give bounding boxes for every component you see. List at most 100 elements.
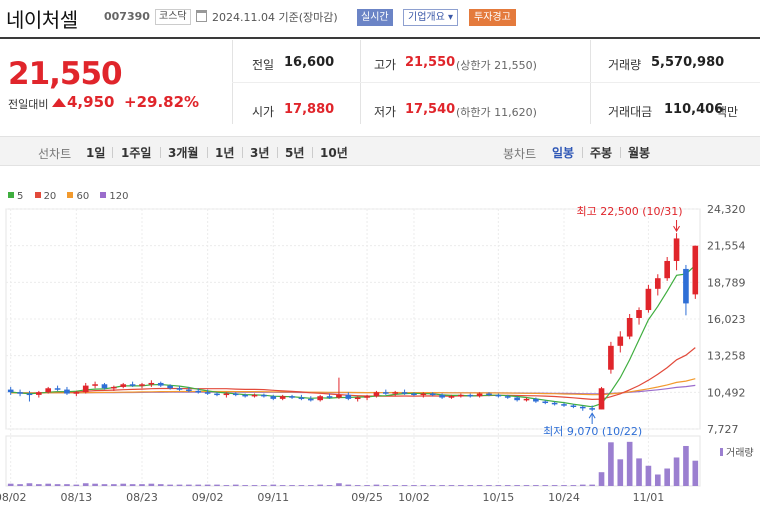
volume-bar	[654, 474, 661, 486]
x-tick-label: 09/25	[351, 491, 383, 504]
candle-chart-label: 봉차트	[503, 147, 537, 161]
candle	[270, 396, 277, 399]
company-overview-dropdown[interactable]: 기업개요 ▾	[403, 9, 458, 26]
candle-monthly[interactable]: 월봉	[628, 144, 650, 161]
period-10y[interactable]: 10년	[320, 144, 348, 161]
volume-bar	[542, 485, 549, 486]
candle	[45, 388, 52, 393]
volume-bar	[476, 485, 483, 486]
volume-bar	[589, 484, 595, 486]
volume-bar	[636, 458, 642, 486]
candle	[279, 396, 286, 399]
current-price: 21,550	[8, 56, 123, 92]
volume-bar	[664, 468, 670, 486]
volume-bar	[354, 485, 361, 486]
low-annotation: 최저 9,070 (10/22)	[543, 425, 642, 438]
period-3m[interactable]: 3개월	[168, 144, 198, 161]
low-label: 저가	[374, 105, 397, 119]
volume-bar	[383, 485, 389, 486]
volume-bar	[289, 485, 295, 486]
candle	[429, 393, 436, 396]
candle	[354, 397, 361, 400]
candle	[626, 317, 633, 337]
volume-value: 5,570,980	[651, 55, 725, 70]
volume-bar	[495, 485, 502, 486]
volume-bar	[111, 484, 117, 486]
calendar-icon	[196, 10, 207, 22]
candle	[167, 385, 173, 389]
candle-daily[interactable]: 일봉	[552, 144, 574, 161]
candle	[551, 402, 558, 405]
candle	[364, 396, 370, 398]
volume-bar	[336, 483, 342, 486]
period-5y[interactable]: 5년	[285, 144, 304, 161]
candle	[692, 245, 699, 295]
market-badge: 코스닥	[155, 9, 191, 25]
volume-bar	[270, 484, 277, 486]
candle	[636, 310, 642, 318]
volume-bar	[392, 485, 399, 486]
volume-bar	[129, 484, 136, 486]
candle	[542, 401, 549, 404]
candle	[373, 392, 380, 397]
candle	[111, 386, 117, 389]
volume-bar	[673, 457, 680, 486]
period-3y[interactable]: 3년	[250, 144, 269, 161]
volume-bar	[692, 460, 699, 486]
volume-bar	[683, 445, 689, 486]
candle	[82, 385, 89, 393]
upper-limit-text: (상한가 21,550)	[456, 59, 537, 72]
x-tick-label: 09/11	[257, 491, 289, 504]
volume-bar	[523, 485, 530, 486]
candle	[148, 382, 155, 385]
divider	[112, 147, 113, 158]
volume-bar	[579, 484, 586, 486]
volume-bar	[26, 483, 33, 486]
price-chart[interactable]: 24,320 21,554 18,789 16,023 13,258 10,492 7,72…	[0, 186, 760, 510]
volume-bar	[36, 484, 42, 486]
lower-limit-text: (하한가 11,620)	[456, 106, 537, 119]
high-annotation: 최고 22,500 (10/31)	[577, 205, 683, 218]
divider	[160, 147, 161, 158]
divider	[207, 147, 208, 158]
period-1w[interactable]: 1주일	[121, 144, 151, 161]
candle	[129, 384, 136, 386]
line-chart-label: 선차트	[38, 147, 72, 161]
volume-bar	[261, 485, 267, 486]
candle	[617, 336, 624, 346]
prev-close-label: 전일	[252, 58, 275, 72]
candle-weekly[interactable]: 주봉	[590, 144, 612, 161]
divider	[242, 147, 243, 158]
period-1y[interactable]: 1년	[215, 144, 234, 161]
candle	[533, 398, 539, 402]
candle	[448, 396, 455, 398]
low-value: 17,540	[405, 102, 456, 117]
prev-close-value: 16,600	[284, 55, 335, 70]
volume-bar	[45, 483, 52, 486]
volume-bar	[317, 484, 323, 486]
y-tick-label: 21,554	[707, 240, 746, 253]
divider	[312, 147, 313, 158]
volume-bar	[364, 485, 370, 486]
divider	[620, 147, 621, 158]
y-tick-label: 18,789	[707, 276, 746, 289]
period-1d[interactable]: 1일	[86, 144, 105, 161]
candle	[383, 392, 389, 394]
candle	[336, 394, 342, 398]
realtime-button[interactable]: 실시간	[357, 9, 393, 26]
change-value: 4,950	[52, 93, 114, 111]
y-tick-label: 7,727	[707, 423, 739, 436]
high-label: 고가	[374, 58, 397, 72]
volume-bar	[467, 485, 474, 486]
volume-bar	[232, 484, 239, 486]
volume-bar	[533, 485, 539, 486]
volume-bar	[401, 485, 408, 486]
x-tick-label: 10/02	[398, 491, 430, 504]
candle	[120, 384, 127, 387]
y-tick-label: 10,492	[707, 386, 746, 399]
investment-warning-badge: 투자경고	[469, 9, 516, 26]
candle	[598, 388, 605, 410]
stock-name: 네이처셀	[6, 8, 78, 32]
date-text: 2024.11.04 기준(장마감)	[212, 11, 338, 24]
candle	[7, 389, 14, 393]
